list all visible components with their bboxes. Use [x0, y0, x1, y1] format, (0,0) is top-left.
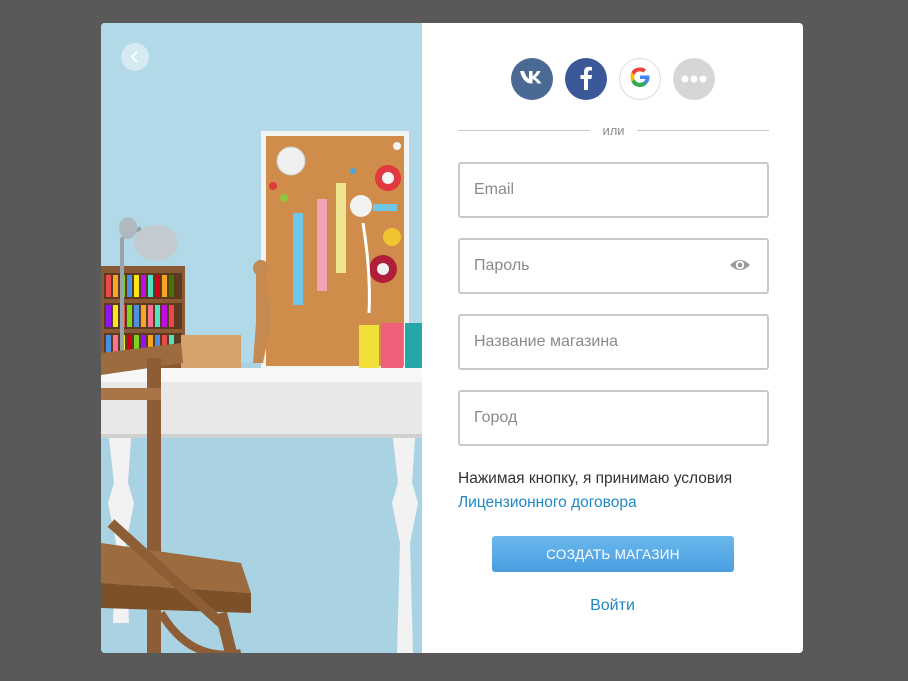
facebook-icon — [579, 64, 593, 95]
store-name-input[interactable] — [474, 333, 714, 351]
password-input[interactable] — [474, 257, 714, 275]
terms-text: Нажимая кнопку, я принимаю условия — [458, 470, 733, 487]
back-button[interactable] — [121, 43, 149, 71]
city-input[interactable] — [474, 409, 714, 427]
terms-notice: Нажимая кнопку, я принимаю условия Лицен… — [458, 467, 778, 515]
divider-line-left — [458, 130, 591, 131]
email-input[interactable] — [474, 181, 714, 199]
email-field[interactable] — [458, 162, 769, 218]
vk-icon — [519, 69, 545, 90]
signup-form: или Нажимая кнопку, я принимаю условия — [422, 23, 803, 653]
password-field[interactable] — [458, 238, 769, 294]
show-password-eye-icon[interactable] — [729, 257, 751, 278]
chevron-left-icon — [130, 50, 140, 64]
more-login-options-button[interactable] — [672, 58, 715, 100]
create-store-button[interactable]: СОЗДАТЬ МАГАЗИН — [492, 536, 734, 572]
store-name-field[interactable] — [458, 314, 769, 370]
google-icon — [628, 65, 652, 94]
signup-modal: или Нажимая кнопку, я принимаю условия — [101, 23, 803, 653]
social-login-row — [422, 58, 803, 100]
or-divider: или — [458, 123, 770, 138]
vk-login-button[interactable] — [510, 58, 553, 100]
license-agreement-link[interactable]: Лицензионного договора — [458, 491, 778, 515]
facebook-login-button[interactable] — [564, 58, 607, 100]
more-icon — [681, 70, 707, 88]
divider-text: или — [602, 123, 625, 138]
google-login-button[interactable] — [618, 58, 661, 100]
workspace-photo — [101, 23, 422, 653]
city-field[interactable] — [458, 390, 769, 446]
login-link[interactable]: Войти — [422, 597, 803, 615]
divider-line-right — [636, 130, 770, 131]
